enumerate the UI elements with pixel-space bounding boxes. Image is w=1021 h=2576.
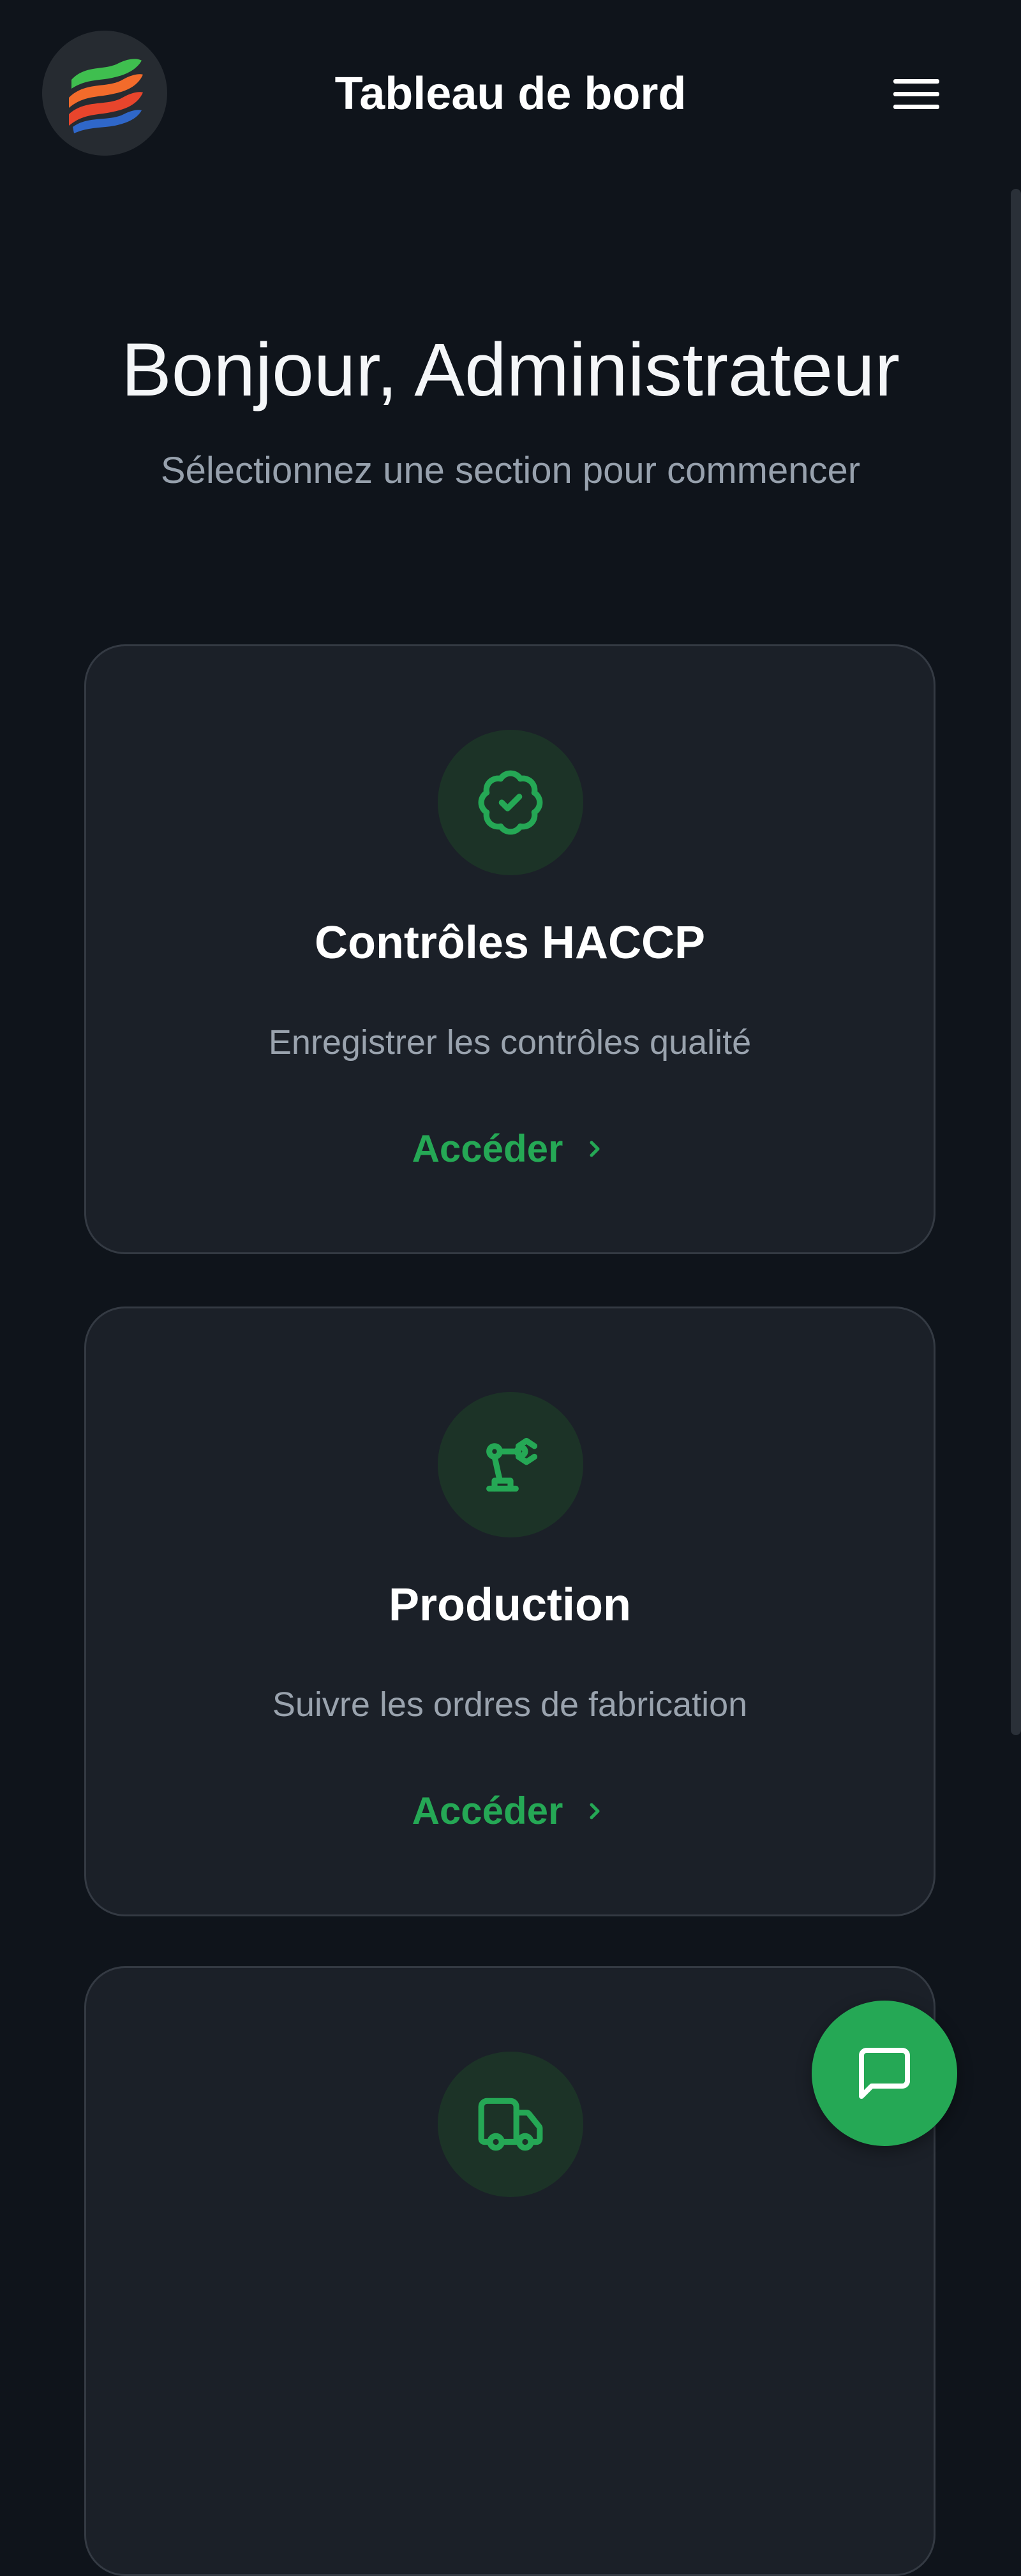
card-title: Contrôles HACCP (314, 917, 706, 968)
app-header: Tableau de bord (0, 0, 1021, 189)
badge-check-icon (478, 770, 543, 835)
card-delivery[interactable] (84, 1966, 935, 2576)
chat-button[interactable] (812, 2001, 957, 2146)
card-icon-circle (438, 730, 583, 875)
card-production[interactable]: Production Suivre les ordres de fabricat… (84, 1307, 935, 1916)
robot-arm-icon (486, 1437, 538, 1492)
page-title: Tableau de bord (334, 68, 687, 119)
card-access-label: Accéder (412, 1789, 563, 1832)
chat-icon (859, 2048, 910, 2099)
card-icon-circle (438, 2052, 583, 2197)
card-description: Enregistrer les contrôles qualité (268, 1023, 752, 1062)
truck-icon (478, 2098, 543, 2151)
card-haccp[interactable]: Contrôles HACCP Enregistrer les contrôle… (84, 644, 935, 1254)
chevron-right-icon (582, 1134, 607, 1164)
card-access-label: Accéder (412, 1127, 563, 1170)
scrollbar[interactable] (1011, 189, 1021, 1735)
greeting-heading: Bonjour, Administrateur (121, 328, 900, 412)
card-access-link[interactable]: Accéder (86, 1123, 934, 1174)
chevron-right-icon (582, 1796, 607, 1826)
greeting-subtitle: Sélectionnez une section pour commencer (160, 450, 861, 491)
card-icon-circle (438, 1392, 583, 1537)
menu-button[interactable] (878, 69, 955, 120)
hamburger-menu-icon (893, 79, 939, 109)
card-title: Production (389, 1580, 631, 1631)
card-access-link[interactable]: Accéder (86, 1786, 934, 1837)
card-description: Suivre les ordres de fabrication (272, 1685, 748, 1724)
